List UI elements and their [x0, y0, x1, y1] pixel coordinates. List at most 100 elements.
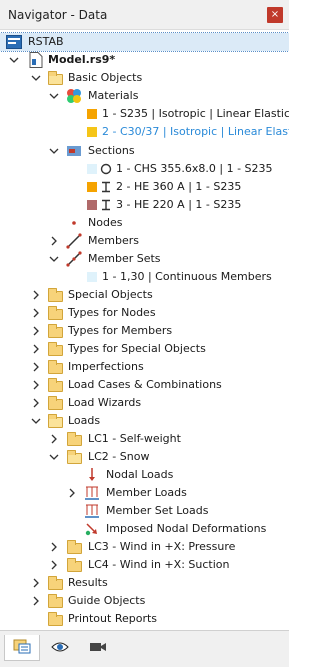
chevron-right-icon[interactable] — [30, 307, 42, 319]
tree-nodal-loads[interactable]: Nodal Loads — [0, 466, 289, 484]
i-beam-icon — [98, 197, 114, 213]
rstab-icon — [6, 34, 22, 50]
tree-printout-reports[interactable]: Printout Reports — [0, 610, 289, 628]
tree-lc3[interactable]: LC3 - Wind in +X: Pressure — [0, 538, 289, 556]
member-icon — [66, 233, 82, 249]
tree-imposed-nodal-deformations[interactable]: Imposed Nodal Deformations — [0, 520, 289, 538]
tree-member-set-loads[interactable]: Member Set Loads — [0, 502, 289, 520]
folder-open-icon — [47, 70, 63, 86]
sections-icon — [66, 143, 82, 159]
materials-label: Materials — [88, 89, 139, 102]
tree-guide-objects[interactable]: Guide Objects — [0, 592, 289, 610]
data-tab-icon — [13, 638, 31, 657]
members-label: Members — [88, 234, 139, 247]
folder-label: Results — [68, 576, 108, 589]
tree-lc4[interactable]: LC4 - Wind in +X: Suction — [0, 556, 289, 574]
tree-member-loads[interactable]: Member Loads — [0, 484, 289, 502]
folder-icon — [47, 287, 63, 303]
chevron-right-icon[interactable] — [30, 361, 42, 373]
chevron-down-icon[interactable] — [30, 72, 42, 84]
chevron-right-icon[interactable] — [30, 577, 42, 589]
window-title: Navigator - Data — [8, 8, 108, 22]
chevron-right-icon[interactable] — [48, 541, 60, 553]
folder-label: Imperfections — [68, 360, 144, 373]
tree-lc2[interactable]: LC2 - Snow — [0, 448, 289, 466]
tree-root-rstab[interactable]: RSTAB — [0, 32, 289, 52]
basic-objects-label: Basic Objects — [68, 71, 143, 84]
chevron-down-icon[interactable] — [48, 451, 60, 463]
chevron-right-icon[interactable] — [48, 235, 60, 247]
folder-label: Special Objects — [68, 288, 153, 301]
chevron-down-icon[interactable] — [48, 145, 60, 157]
tree-members[interactable]: Members — [0, 232, 289, 250]
tree-results[interactable]: Results — [0, 574, 289, 592]
tree-types-for-members[interactable]: Types for Members — [0, 322, 289, 340]
material-item-label: 2 - C30/37 | Isotropic | Linear Elastic — [102, 125, 289, 138]
navigator-tree: RSTAB Model.rs9* Basic Objects Materials… — [0, 30, 289, 630]
materials-icon — [66, 88, 82, 104]
chevron-right-icon[interactable] — [30, 343, 42, 355]
material-item-1[interactable]: 1 - S235 | Isotropic | Linear Elastic — [0, 105, 289, 123]
tree-types-for-special-objects[interactable]: Types for Special Objects — [0, 340, 289, 358]
member-set-item-1[interactable]: 1 - 1,30 | Continuous Members — [0, 268, 289, 286]
chevron-right-icon[interactable] — [30, 595, 42, 607]
chevron-right-icon[interactable] — [30, 397, 42, 409]
i-beam-icon — [98, 179, 114, 195]
tab-data[interactable] — [4, 635, 40, 661]
tree-lc1[interactable]: LC1 - Self-weight — [0, 430, 289, 448]
material-item-2[interactable]: 2 - C30/37 | Isotropic | Linear Elastic — [0, 123, 289, 141]
chs-pipe-icon — [98, 161, 114, 177]
tree-model[interactable]: Model.rs9* — [0, 51, 289, 69]
nodes-label: Nodes — [88, 216, 123, 229]
load-case-label: LC4 - Wind in +X: Suction — [88, 558, 230, 571]
tree-materials[interactable]: Materials — [0, 87, 289, 105]
tab-video[interactable] — [80, 635, 116, 661]
tree-loads[interactable]: Loads — [0, 412, 289, 430]
member-set-color-swatch — [84, 269, 100, 285]
chevron-down-icon[interactable] — [30, 415, 42, 427]
member-set-item-label: 1 - 1,30 | Continuous Members — [102, 270, 272, 283]
chevron-down-icon[interactable] — [48, 253, 60, 265]
tree-load-cases-combinations[interactable]: Load Cases & Combinations — [0, 376, 289, 394]
tree-special-objects[interactable]: Special Objects — [0, 286, 289, 304]
folder-icon — [47, 377, 63, 393]
chevron-down-icon[interactable] — [48, 90, 60, 102]
view-tab-icon — [51, 640, 69, 657]
member-load-icon — [84, 485, 100, 501]
tree-imperfections[interactable]: Imperfections — [0, 358, 289, 376]
material-item-label: 1 - S235 | Isotropic | Linear Elastic — [102, 107, 289, 120]
section-item-3[interactable]: 3 - HE 220 A | 1 - S235 — [0, 196, 289, 214]
chevron-right-icon[interactable] — [30, 379, 42, 391]
tree-types-for-nodes[interactable]: Types for Nodes — [0, 304, 289, 322]
section-item-1[interactable]: 1 - CHS 355.6x8.0 | 1 - S235 — [0, 160, 289, 178]
tree-load-wizards[interactable]: Load Wizards — [0, 394, 289, 412]
loads-label: Loads — [68, 414, 101, 427]
deformation-icon — [84, 521, 100, 537]
section-item-label: 3 - HE 220 A | 1 - S235 — [116, 198, 242, 211]
chevron-right-icon[interactable] — [30, 325, 42, 337]
folder-open-icon — [66, 449, 82, 465]
tab-view[interactable] — [42, 635, 78, 661]
material-color-swatch — [84, 106, 100, 122]
tree-sections[interactable]: Sections — [0, 142, 289, 160]
folder-label: Load Wizards — [68, 396, 142, 409]
load-item-label: Nodal Loads — [106, 468, 174, 481]
chevron-right-icon[interactable] — [66, 487, 78, 499]
chevron-right-icon[interactable] — [48, 433, 60, 445]
chevron-down-icon[interactable] — [8, 54, 20, 66]
navigator-tabs — [0, 630, 289, 667]
section-item-2[interactable]: 2 - HE 360 A | 1 - S235 — [0, 178, 289, 196]
sections-label: Sections — [88, 144, 135, 157]
chevron-right-icon[interactable] — [30, 289, 42, 301]
load-item-label: Member Set Loads — [106, 504, 209, 517]
tree-member-sets[interactable]: Member Sets — [0, 250, 289, 268]
folder-label: Load Cases & Combinations — [68, 378, 222, 391]
member-sets-label: Member Sets — [88, 252, 161, 265]
tree-nodes[interactable]: Nodes — [0, 214, 289, 232]
folder-label: Guide Objects — [68, 594, 146, 607]
tree-basic-objects[interactable]: Basic Objects — [0, 69, 289, 87]
member-set-load-icon — [84, 503, 100, 519]
root-label: RSTAB — [28, 35, 64, 48]
chevron-right-icon[interactable] — [48, 559, 60, 571]
close-button[interactable]: × — [267, 7, 283, 23]
